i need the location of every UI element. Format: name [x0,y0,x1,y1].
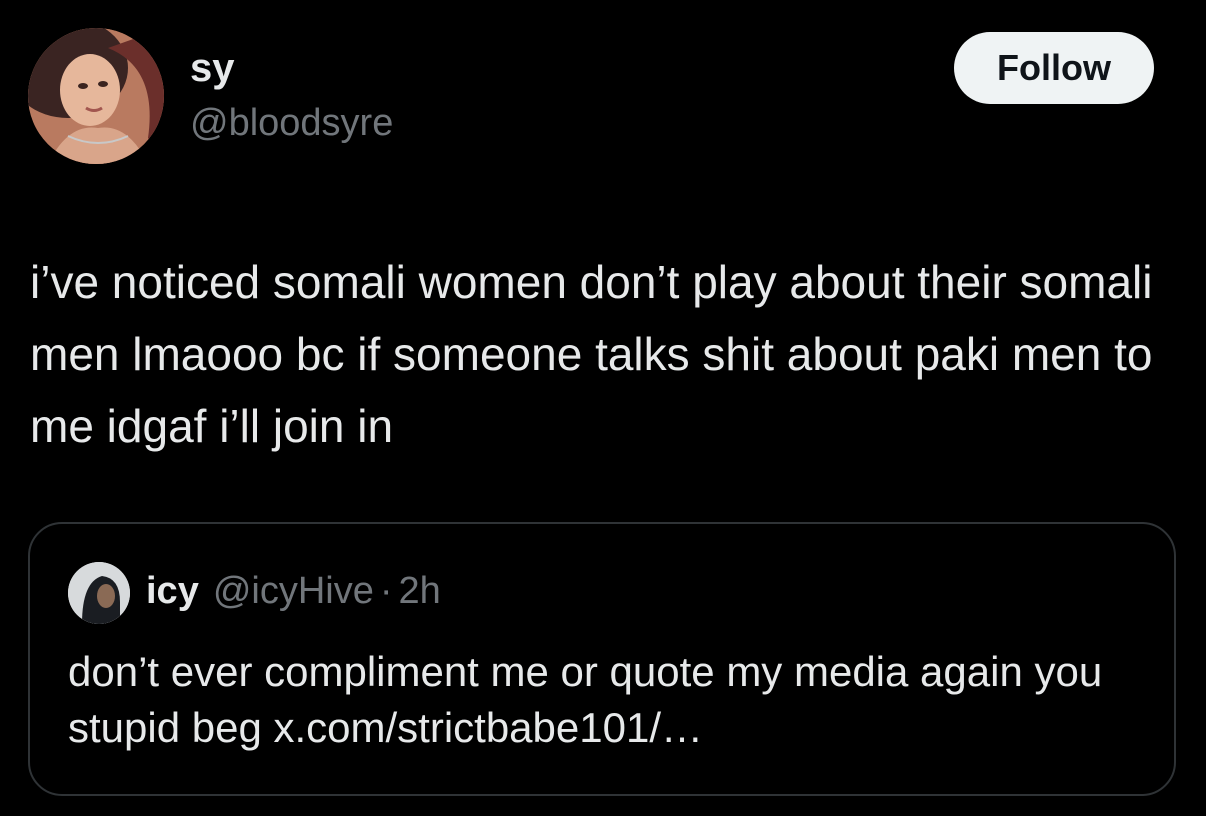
quoted-avatar-photo [68,562,130,624]
quoted-tweet-card[interactable]: icy @icyHive · 2h don’t ever compliment … [28,522,1176,796]
header-separator: · [379,570,393,612]
quoted-tweet-header: icy @icyHive · 2h [146,570,441,620]
quoted-display-name[interactable]: icy [146,570,199,613]
quoted-tweet-text: don’t ever compliment me or quote my med… [68,648,1103,751]
tweet-text: i’ve noticed somali women don’t play abo… [30,256,1166,452]
quoted-user-handle[interactable]: @icyHive [213,570,374,613]
user-handle[interactable]: @bloodsyre [190,100,393,146]
tweet: sy @bloodsyre Follow i’ve noticed somali… [0,0,1206,816]
quoted-timestamp[interactable]: 2h [399,570,441,613]
avatar[interactable] [28,28,164,164]
follow-button[interactable]: Follow [954,32,1154,104]
avatar-photo [28,28,164,164]
display-name[interactable]: sy [190,44,235,92]
quoted-avatar[interactable] [68,562,130,624]
